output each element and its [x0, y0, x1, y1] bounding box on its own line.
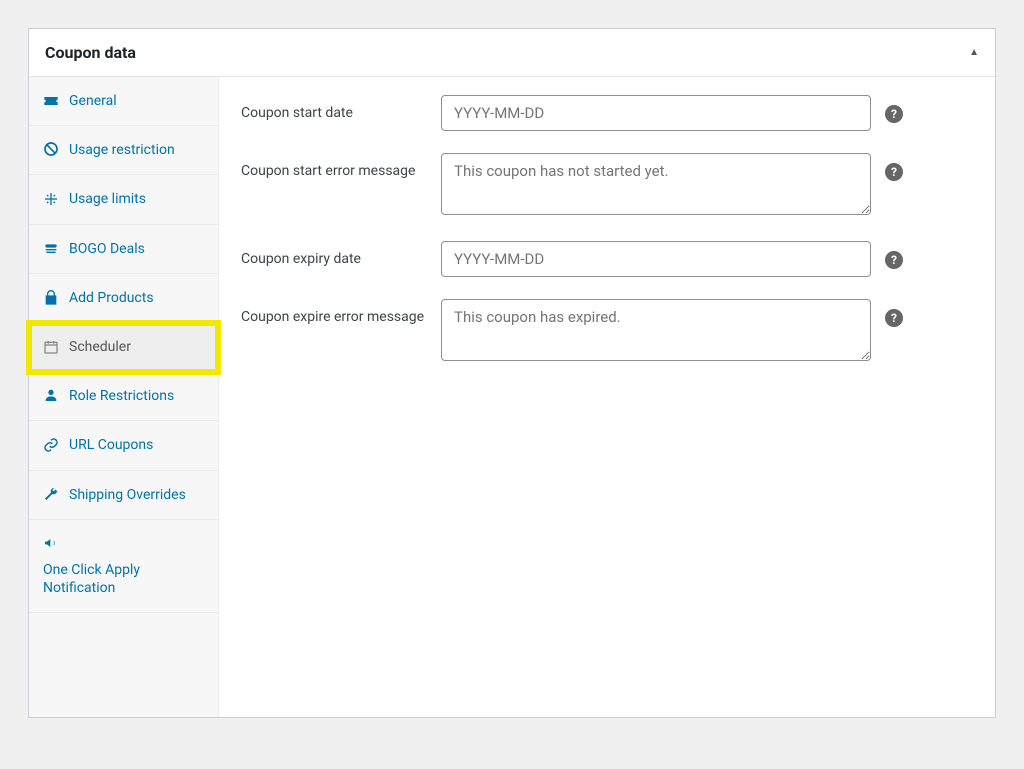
- link-icon: [43, 437, 59, 453]
- sidebar-item-add-products[interactable]: Add Products: [29, 274, 218, 323]
- sidebar-item-label: Add Products: [69, 289, 154, 307]
- row-start-error: Coupon start error message ?: [241, 153, 973, 219]
- megaphone-icon: [43, 535, 59, 551]
- label-expire-error: Coupon expire error message: [241, 299, 427, 328]
- calendar-icon: [43, 339, 59, 355]
- help-icon[interactable]: ?: [885, 105, 903, 123]
- row-start-date: Coupon start date ?: [241, 95, 973, 131]
- label-start-date: Coupon start date: [241, 95, 427, 124]
- bag-icon: [43, 290, 59, 306]
- sidebar-item-url-coupons[interactable]: URL Coupons: [29, 421, 218, 470]
- sidebar-item-label: BOGO Deals: [69, 240, 145, 258]
- sidebar-item-label: Role Restrictions: [69, 387, 174, 405]
- sidebar-item-label: URL Coupons: [69, 436, 153, 454]
- sidebar: General Usage restriction Usage limits B…: [29, 77, 219, 717]
- ban-icon: [43, 141, 59, 157]
- deals-icon: [43, 241, 59, 257]
- row-expire-error: Coupon expire error message ?: [241, 299, 973, 365]
- sidebar-item-label: Usage limits: [69, 190, 146, 208]
- help-icon[interactable]: ?: [885, 163, 903, 181]
- scheduler-content: Coupon start date ? Coupon start error m…: [219, 77, 995, 717]
- wrench-icon: [43, 486, 59, 502]
- sidebar-item-label: Shipping Overrides: [69, 486, 186, 504]
- panel-body: General Usage restriction Usage limits B…: [29, 77, 995, 717]
- sidebar-item-one-click-apply[interactable]: One Click Apply Notification: [29, 520, 218, 613]
- sidebar-item-label: One Click Apply Notification: [43, 561, 204, 597]
- collapse-caret-icon: ▲: [969, 47, 979, 58]
- panel-title: Coupon data: [45, 43, 136, 62]
- panel-header[interactable]: Coupon data ▲: [29, 29, 995, 77]
- help-icon[interactable]: ?: [885, 309, 903, 327]
- sidebar-item-general[interactable]: General: [29, 77, 218, 126]
- sidebar-item-bogo-deals[interactable]: BOGO Deals: [29, 225, 218, 274]
- sidebar-item-scheduler[interactable]: Scheduler: [29, 323, 218, 372]
- row-expiry-date: Coupon expiry date ?: [241, 241, 973, 277]
- sidebar-item-label: General: [69, 92, 117, 110]
- input-expiry-date[interactable]: [441, 241, 871, 277]
- sidebar-item-label: Usage restriction: [69, 141, 175, 159]
- label-start-error: Coupon start error message: [241, 153, 427, 182]
- input-start-date[interactable]: [441, 95, 871, 131]
- label-expiry-date: Coupon expiry date: [241, 241, 427, 270]
- sidebar-item-role-restrictions[interactable]: Role Restrictions: [29, 372, 218, 421]
- sidebar-item-label: Scheduler: [69, 338, 131, 356]
- ticket-icon: [43, 93, 59, 109]
- sidebar-item-shipping-overrides[interactable]: Shipping Overrides: [29, 471, 218, 520]
- limits-icon: [43, 191, 59, 207]
- textarea-expire-error[interactable]: [441, 299, 871, 361]
- textarea-start-error[interactable]: [441, 153, 871, 215]
- user-icon: [43, 387, 59, 403]
- sidebar-item-usage-limits[interactable]: Usage limits: [29, 175, 218, 224]
- sidebar-item-usage-restriction[interactable]: Usage restriction: [29, 126, 218, 175]
- coupon-data-panel: Coupon data ▲ General Usage restriction: [28, 28, 996, 718]
- help-icon[interactable]: ?: [885, 251, 903, 269]
